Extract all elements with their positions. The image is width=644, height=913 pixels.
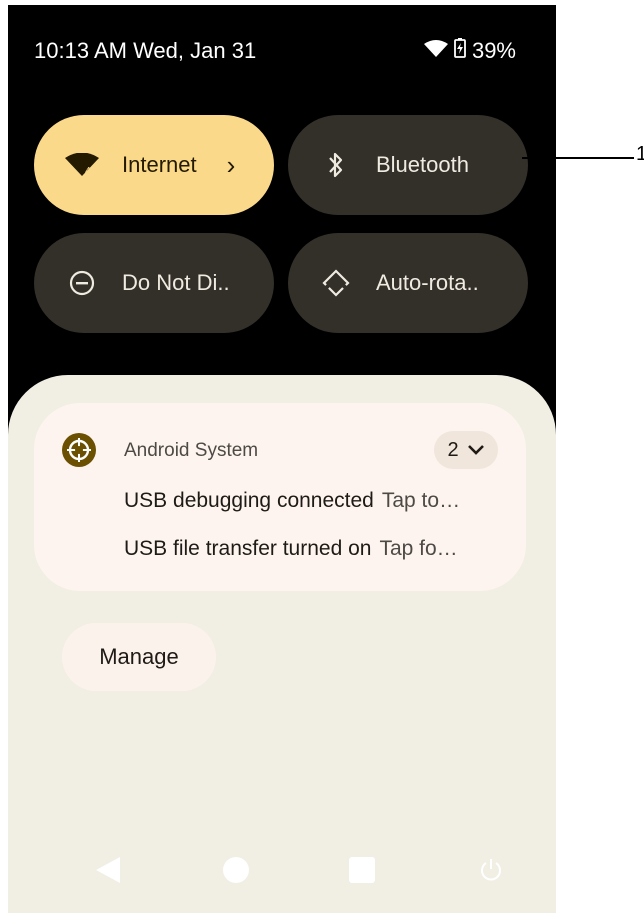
tile-internet[interactable]: 4 Internet › (34, 115, 274, 215)
battery-icon (454, 38, 466, 64)
power-button[interactable] (480, 857, 502, 886)
notification-card[interactable]: Android System 2 USB debugging connected… (34, 403, 526, 591)
tile-dnd-label: Do Not Di.. (122, 270, 230, 295)
tile-bluetooth-label: Bluetooth (376, 152, 469, 177)
status-datetime: 10:13 AM Wed, Jan 31 (34, 38, 257, 63)
notification-count: 2 (447, 438, 459, 461)
battery-percent: 39% (471, 38, 516, 63)
callout-line (522, 157, 634, 159)
notification-text: Tap to… (381, 489, 461, 512)
notification-item[interactable]: USB debugging connected Tap to… (124, 489, 504, 513)
tile-do-not-disturb[interactable]: Do Not Di.. (34, 233, 274, 333)
nav-back-button[interactable] (94, 855, 122, 890)
tile-auto-rotate-label: Auto-rota.. (376, 270, 479, 295)
expand-count-button[interactable]: 2 (434, 431, 498, 469)
phone-screen: 10:13 AM Wed, Jan 31 39% 4 Internet › Bl… (8, 5, 556, 913)
notification-app-name: Android System (124, 440, 259, 461)
tile-auto-rotate[interactable]: Auto-rota.. (288, 233, 528, 333)
manage-button[interactable]: Manage (62, 623, 216, 691)
power-icon (481, 859, 501, 881)
back-icon (96, 857, 120, 883)
nav-home-button[interactable] (222, 856, 250, 889)
do-not-disturb-icon (60, 270, 104, 296)
notification-title: USB file transfer turned on (124, 537, 372, 560)
callout-number: 1 (636, 143, 644, 165)
tile-bluetooth[interactable]: Bluetooth (288, 115, 528, 215)
auto-rotate-icon (314, 268, 358, 298)
home-icon (223, 857, 249, 883)
notification-item[interactable]: USB file transfer turned on Tap fo… (124, 537, 504, 561)
notification-shade: Android System 2 USB debugging connected… (8, 375, 556, 913)
recents-icon (349, 857, 375, 883)
svg-text:4: 4 (85, 166, 91, 177)
android-system-icon (62, 433, 96, 467)
chevron-right-icon: › (226, 149, 236, 180)
tile-internet-label: Internet (122, 152, 197, 177)
status-icons: 39% (423, 38, 516, 64)
wifi-icon (423, 38, 448, 64)
chevron-down-icon (467, 439, 485, 462)
notification-title: USB debugging connected (124, 489, 374, 512)
wifi-icon: 4 (60, 153, 104, 177)
notification-text: Tap fo… (379, 537, 458, 560)
bluetooth-icon (314, 151, 358, 179)
nav-recents-button[interactable] (348, 856, 376, 889)
